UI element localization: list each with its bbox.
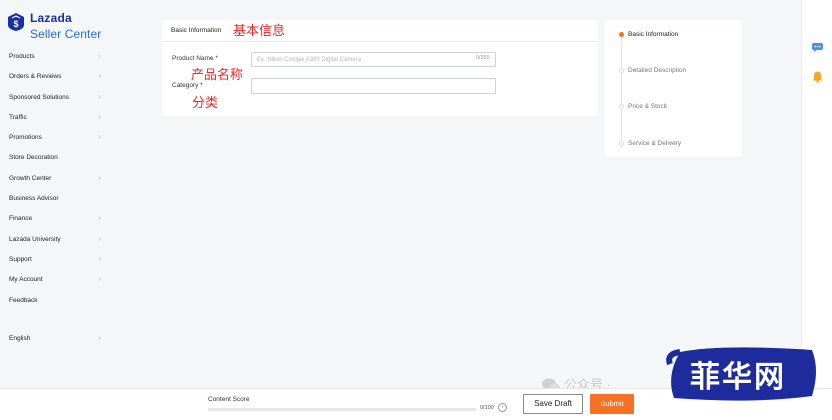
chevron-right-icon: › [98,255,101,263]
chevron-right-icon: › [98,174,101,182]
sidebar-item-business-advisor[interactable]: Business Advisor [0,189,108,209]
sidebar-nav: Products › Orders & Reviews › Sponsored Solu… [0,47,108,311]
step-basic-information[interactable]: Basic Information [628,31,678,38]
chevron-right-icon: › [98,53,101,60]
sidebar-item-label: Growth Center [9,174,52,182]
right-rail [801,0,832,388]
sidebar-item-label: Store Decoration [9,154,58,162]
svg-text:$: $ [13,19,18,29]
chat-bubble-icon[interactable] [811,42,824,53]
chevron-right-icon: › [98,113,101,121]
chevron-right-icon: › [98,335,101,342]
sidebar-item-label: Feedback [9,296,38,304]
content-score-label: Content Score [208,396,250,403]
language-label: English [9,335,31,342]
sidebar-item-label: Business Advisor [9,195,59,203]
step-service-delivery[interactable]: Service & Delivery [628,140,681,147]
product-name-counter: 0/255 [476,55,490,61]
category-label: Category * [172,82,203,89]
sidebar-item-label: Finance [9,215,33,223]
sidebar-item-label: Traffic [9,113,27,121]
info-icon[interactable]: i [498,403,507,412]
sidebar-item-label: Promotions [9,134,42,142]
sidebar-item-label: My Account [9,276,43,284]
sidebar-item-products[interactable]: Products › [0,47,108,67]
sidebar-item-traffic[interactable]: Traffic › [0,108,108,128]
sidebar-item-orders-reviews[interactable]: Orders & Reviews › [0,67,108,87]
product-name-placeholder: Ex. Nikon Coolpix A300 Digital Camera [257,57,362,63]
annotation-product-name: 产品名称 [191,68,244,83]
chevron-right-icon: › [98,73,101,81]
chevron-right-icon: › [98,93,101,101]
chevron-right-icon: › [98,235,101,243]
sidebar-item-label: Sponsored Solutions [9,93,69,101]
annotation-section: 基本信息 [233,24,286,39]
sidebar-item-promotions[interactable]: Promotions › [0,128,108,148]
product-name-input[interactable]: Ex. Nikon Coolpix A300 Digital Camera [251,52,496,67]
sidebar-item-support[interactable]: Support › [0,250,108,270]
step-marker [619,141,624,146]
step-detailed-description[interactable]: Detailed Description [628,67,686,74]
sidebar: $ Lazada Seller Center Products › Orders &… [0,0,108,388]
content-score-bar [208,408,476,411]
section-title: Basic Information [171,27,222,34]
category-input[interactable] [251,78,496,94]
step-marker [619,32,624,37]
card-header: Basic Information [162,20,598,42]
sidebar-item-finance[interactable]: Finance › [0,209,108,229]
content-score-value: 0/100 [480,405,494,411]
lazada-badge-icon: $ [8,13,24,31]
bell-icon[interactable] [811,70,824,83]
step-price-stock[interactable]: Price & Stock [628,103,667,110]
site-logo-text: 菲华网 [690,360,786,395]
chevron-right-icon: › [98,276,101,284]
sidebar-item-label: Products [9,53,35,60]
save-draft-button[interactable]: Save Draft [523,394,583,414]
sidebar-item-label: Support [9,255,32,263]
sidebar-item-label: Lazada University [9,235,61,243]
steps-connector [621,36,622,148]
annotation-category: 分类 [192,96,219,111]
sidebar-item-sponsored-solutions[interactable]: Sponsored Solutions › [0,88,108,108]
submit-button[interactable]: Submit [590,394,634,414]
sidebar-item-label: Orders & Reviews [9,73,62,81]
product-name-label: Product Name * [172,55,218,62]
step-marker [619,104,624,109]
sidebar-item-my-account[interactable]: My Account › [0,270,108,290]
lazada-logo[interactable]: $ Lazada Seller Center [6,10,106,44]
brand-subtitle: Seller Center [30,27,102,41]
sidebar-item-feedback[interactable]: Feedback [0,291,108,311]
sidebar-item-lazada-university[interactable]: Lazada University › [0,230,108,250]
steps-card [605,20,742,157]
brand-name: Lazada [30,11,72,25]
step-marker [619,68,624,73]
sidebar-item-growth-center[interactable]: Growth Center › [0,169,108,189]
chevron-right-icon: › [98,215,101,223]
language-selector[interactable]: English › [0,329,108,349]
chevron-right-icon: › [98,134,101,142]
sidebar-item-store-decoration[interactable]: Store Decoration [0,148,108,168]
